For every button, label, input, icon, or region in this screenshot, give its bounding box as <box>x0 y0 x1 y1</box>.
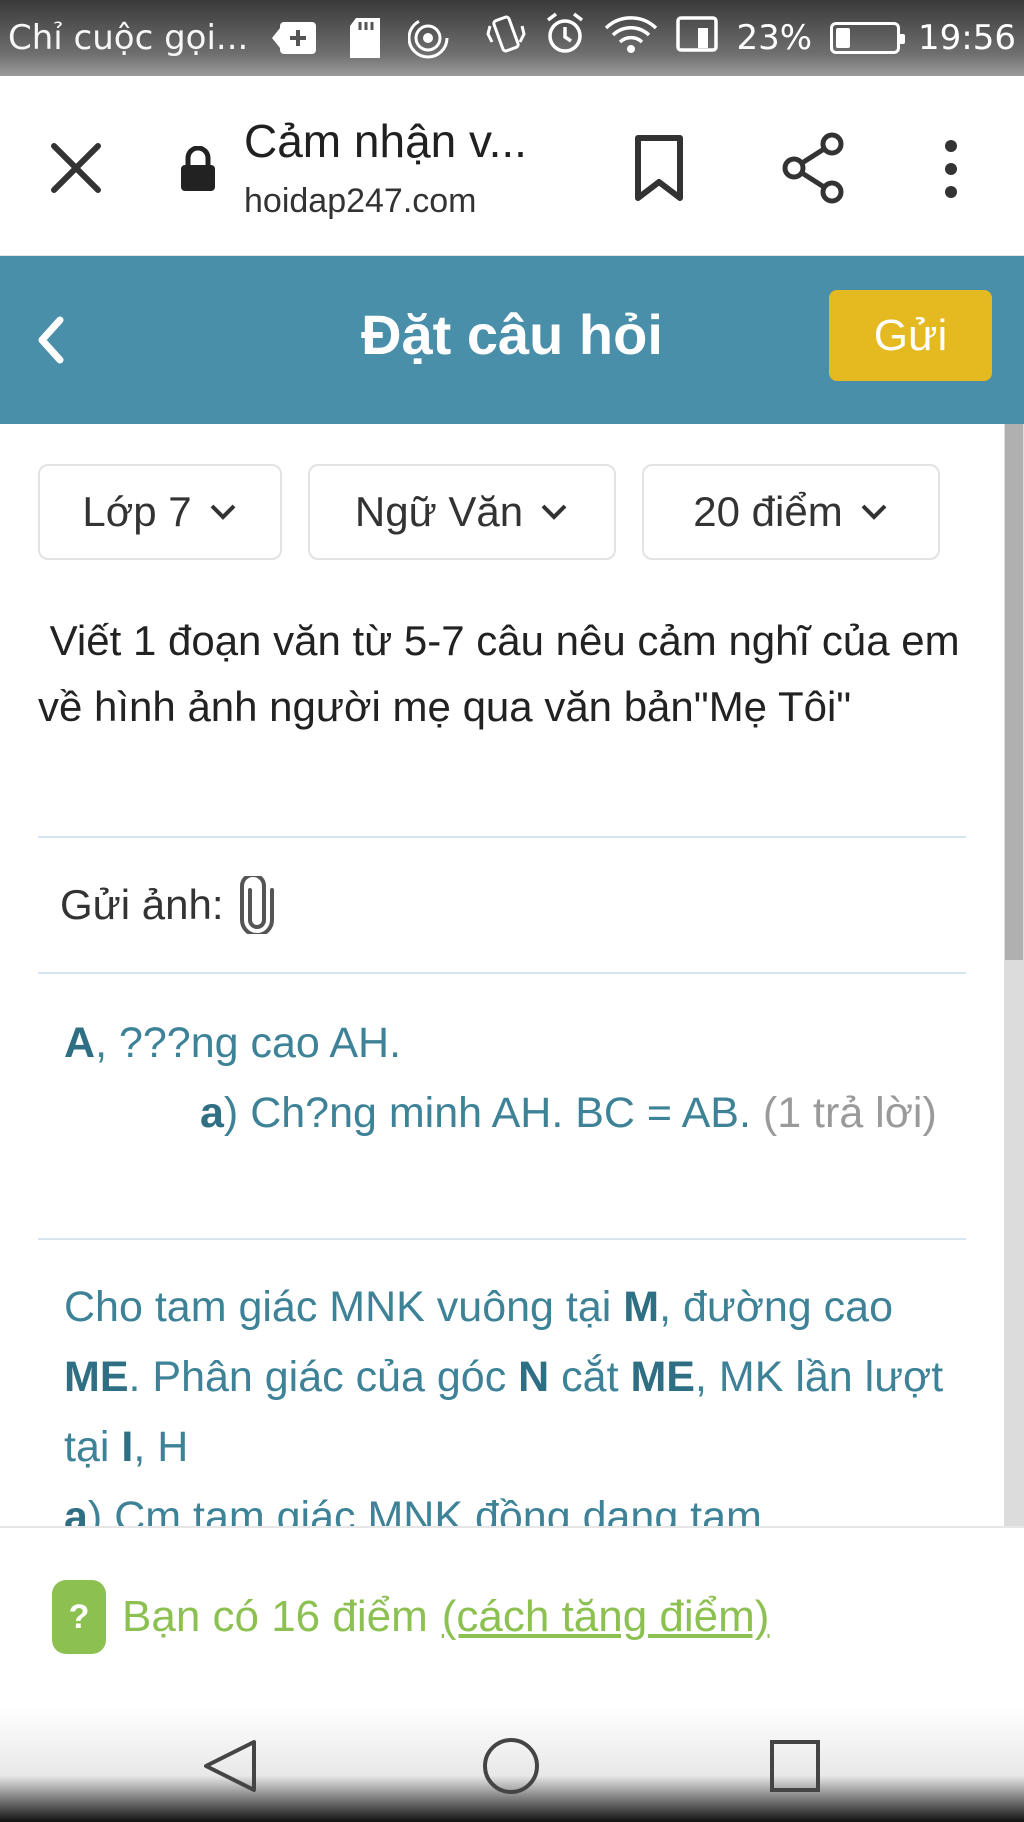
grade-select[interactable]: Lớp 7 <box>38 464 282 560</box>
suggestion-bold: ME <box>630 1353 695 1401</box>
points-select[interactable]: 20 điểm <box>642 464 940 560</box>
browser-toolbar: Cảm nhận v... hoidap247.com <box>0 76 1024 256</box>
battery-icon <box>830 22 906 54</box>
sd-card-icon <box>346 16 384 60</box>
notification-text: Chỉ cuộc gọi... <box>8 18 249 58</box>
chevron-down-icon <box>861 504 887 520</box>
suggestion-text: , đường cao <box>659 1283 893 1331</box>
suggestion-text: , H <box>133 1423 189 1471</box>
answer-count: (1 trả lời) <box>762 1089 937 1137</box>
close-icon[interactable] <box>46 138 106 198</box>
nav-back-icon[interactable] <box>196 1736 266 1796</box>
suggestion-bold: a <box>64 1493 88 1528</box>
question-form: Lớp 7 Ngữ Văn 20 điểm Viết 1 đoạn văn từ… <box>0 424 1004 1528</box>
suggestion-text: . Phân giác của góc <box>128 1353 519 1401</box>
suggestion-text: ) Cm tam giác MNK đồng dạng tam <box>87 1493 762 1528</box>
suggestion-bold: a <box>200 1089 224 1137</box>
help-badge-icon: ? <box>52 1580 106 1654</box>
suggested-question[interactable]: Cho tam giác MNK vuông tại M, đường cao … <box>64 1272 964 1528</box>
lock-icon <box>181 146 215 191</box>
points-select-value: 20 điểm <box>693 488 843 535</box>
send-button[interactable]: Gửi <box>829 290 992 381</box>
suggestion-text: cắt <box>549 1353 631 1401</box>
chevron-down-icon <box>541 504 567 520</box>
earn-points-link[interactable]: (cách tăng điểm) <box>442 1592 770 1642</box>
suggestion-bold: M <box>623 1283 660 1331</box>
suggestion-bold: N <box>518 1353 550 1401</box>
more-vert-icon[interactable] <box>934 138 968 200</box>
chevron-down-icon <box>210 504 236 520</box>
page-url[interactable]: hoidap247.com <box>244 182 477 221</box>
divider <box>38 836 966 838</box>
attach-label: Gửi ảnh: <box>60 881 224 928</box>
suggested-question[interactable]: A, ???ng cao AH. a) Ch?ng minh AH. BC = … <box>64 1008 964 1148</box>
divider <box>38 1238 966 1240</box>
wifi-icon <box>604 14 658 63</box>
app-header: Đặt câu hỏi Gửi <box>0 256 1024 424</box>
sim-icon <box>676 14 719 63</box>
suggestion-text: ) Ch?ng minh AH. BC = AB. <box>223 1089 763 1137</box>
points-text: Bạn có 16 điểm <box>122 1592 428 1641</box>
alarm-icon <box>544 12 586 65</box>
battery-percent: 23% <box>736 18 813 58</box>
system-nav-bar <box>0 1706 1024 1822</box>
vibrate-icon <box>486 12 527 65</box>
tab-title: Cảm nhận v... <box>244 115 527 167</box>
suggestion-text: , ???ng cao AH. <box>95 1019 402 1067</box>
hotspot-icon <box>408 16 452 60</box>
attach-image-row: Gửi ảnh: <box>60 876 276 934</box>
clock-time: 19:56 <box>918 18 1016 58</box>
subject-select[interactable]: Ngữ Văn <box>308 464 616 560</box>
grade-select-value: Lớp 7 <box>82 488 192 535</box>
suggestion-bold: A <box>64 1019 96 1067</box>
filter-row: Lớp 7 Ngữ Văn 20 điểm <box>38 464 940 560</box>
subject-select-value: Ngữ Văn <box>354 488 524 535</box>
status-bar: Chỉ cuộc gọi... 23% 19:56 <box>0 0 1024 76</box>
suggestion-text: Cho tam giác MNK vuông tại <box>64 1283 624 1331</box>
paperclip-icon[interactable] <box>238 876 276 934</box>
plus-box-icon <box>272 18 322 58</box>
suggestion-bold: ME <box>64 1353 129 1401</box>
nav-home-icon[interactable] <box>476 1736 546 1796</box>
question-textarea[interactable]: Viết 1 đoạn văn từ 5-7 câu nêu cảm nghĩ … <box>38 608 968 740</box>
suggestion-bold: I <box>121 1423 134 1471</box>
divider <box>38 972 966 974</box>
bookmark-icon[interactable] <box>632 134 686 202</box>
scrollbar-thumb[interactable] <box>1005 424 1023 960</box>
points-info-bar: ? Bạn có 16 điểm (cách tăng điểm) <box>0 1526 1024 1706</box>
share-icon[interactable] <box>780 132 846 204</box>
nav-recents-icon[interactable] <box>760 1736 830 1796</box>
